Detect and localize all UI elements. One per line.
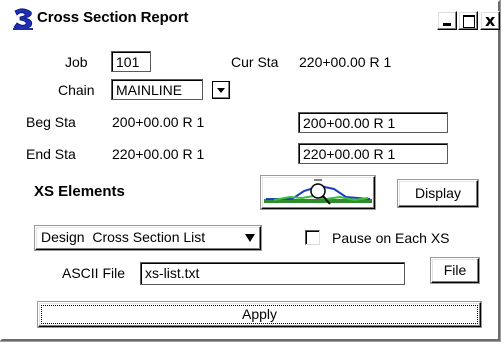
end-sta-field[interactable]: 220+00.00 R 1	[298, 143, 448, 164]
cur-sta-label: Cur Sta	[231, 54, 279, 70]
close-icon: x	[485, 11, 496, 30]
cur-sta-value: 220+00.00 R 1	[299, 54, 392, 70]
triangle-down-icon	[245, 234, 255, 242]
ascii-file-label: ASCII File	[62, 265, 126, 281]
end-sta-display: 220+00.00 R 1	[112, 146, 205, 162]
cross-section-view-icon	[264, 179, 372, 205]
job-field[interactable]: 101	[111, 51, 151, 72]
minimize-button[interactable]	[437, 11, 457, 30]
apply-button[interactable]: Apply	[38, 302, 481, 327]
job-label: Job	[65, 54, 88, 70]
close-button[interactable]: x	[480, 11, 500, 30]
pause-on-each-xs-checkbox[interactable]	[305, 230, 320, 245]
ascii-file-field[interactable]: xs-list.txt	[140, 262, 405, 285]
file-button[interactable]: File	[431, 258, 479, 283]
chain-label: Chain	[58, 82, 95, 98]
chain-field[interactable]: MAINLINE	[111, 79, 203, 100]
title-bar[interactable]: Cross Section Report x	[5, 5, 500, 33]
beg-sta-display: 200+00.00 R 1	[112, 114, 205, 130]
display-button[interactable]: Display	[398, 180, 478, 207]
beg-sta-field[interactable]: 200+00.00 R 1	[298, 112, 448, 133]
xs-elements-label: XS Elements	[34, 183, 125, 200]
window-title: Cross Section Report	[37, 9, 189, 26]
cross-section-report-dialog: Cross Section Report x Job 101 Cur Sta 2…	[0, 0, 501, 342]
pause-on-each-xs-label: Pause on Each XS	[332, 230, 450, 246]
chain-dropdown-arrow-icon[interactable]	[212, 81, 230, 99]
xs-elements-button[interactable]	[261, 176, 375, 209]
design-select-button[interactable]: Design Cross Section List	[35, 226, 261, 250]
beg-sta-label: Beg Sta	[26, 114, 76, 130]
design-select-value: Design Cross Section List	[41, 229, 206, 245]
geopak-logo-icon	[13, 8, 33, 30]
end-sta-label: End Sta	[26, 146, 76, 162]
maximize-button[interactable]	[458, 11, 478, 30]
